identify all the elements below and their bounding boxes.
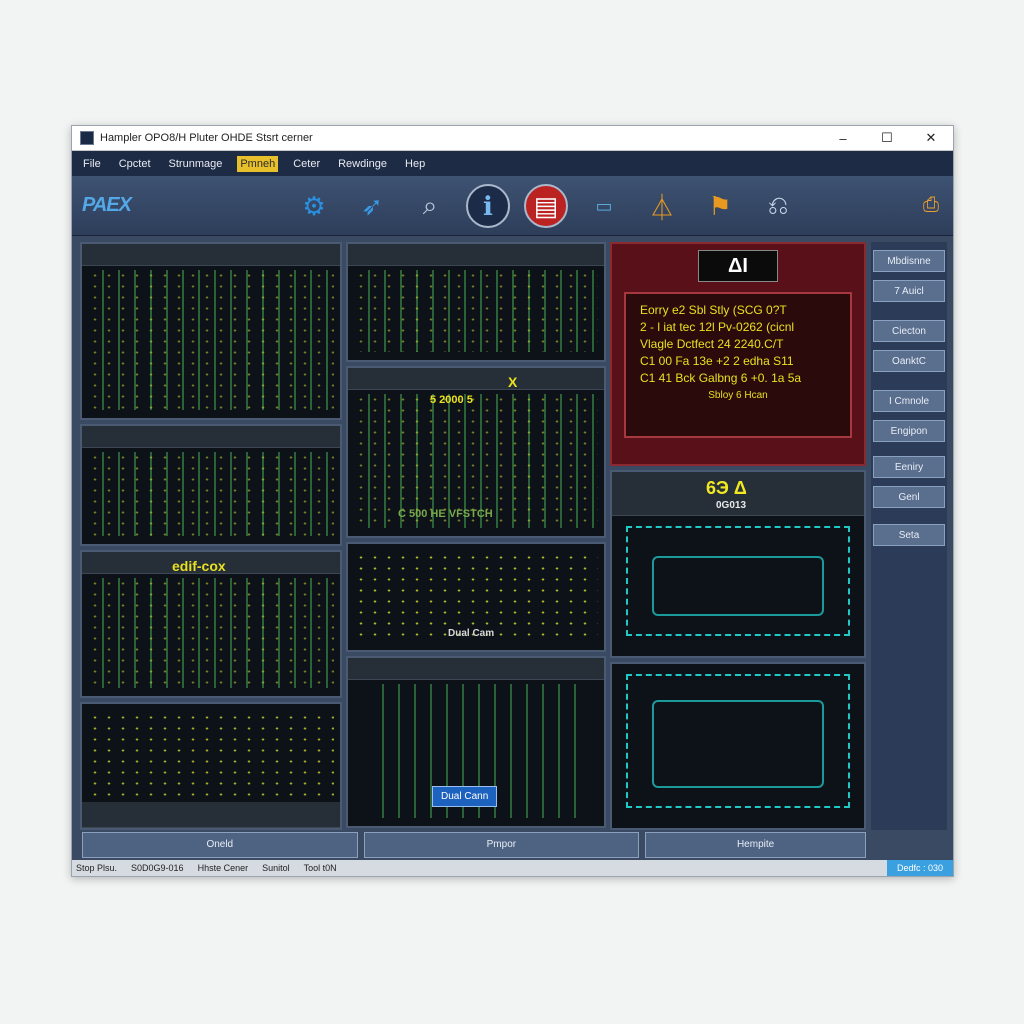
status-item: Hhste Cener bbox=[197, 863, 249, 873]
minimize-button[interactable]: – bbox=[821, 131, 865, 146]
app-window: Hampler OPO8/H Pluter OHDE Stsrt cerner … bbox=[71, 125, 954, 877]
title-bar: Hampler OPO8/H Pluter OHDE Stsrt cerner … bbox=[72, 126, 953, 151]
app-icon bbox=[80, 131, 94, 145]
close-button[interactable]: ✕ bbox=[909, 130, 953, 146]
dtc-screen: Eorry e2 Sbl Stly (SCG 0?T 2 - l iat tec… bbox=[624, 292, 852, 438]
oneld-button[interactable]: Oneld bbox=[82, 832, 358, 858]
sidebar-button-2[interactable]: 7 Auicl bbox=[873, 280, 945, 302]
panel-7[interactable]: Dual Cam bbox=[346, 542, 606, 652]
search-icon[interactable]: ⌕ bbox=[408, 184, 452, 228]
panel-11[interactable] bbox=[610, 662, 866, 830]
panel-5[interactable] bbox=[346, 242, 606, 362]
panel-7-caption: Dual Cam bbox=[448, 628, 495, 639]
panel-6[interactable]: X 5 2000 5 C 500 HE VFSTCH bbox=[346, 366, 606, 538]
flag-icon[interactable]: ⚑ bbox=[698, 184, 742, 228]
dtc-panel[interactable]: ΔΙ Eorry e2 Sbl Stly (SCG 0?T 2 - l iat … bbox=[610, 242, 866, 466]
dtc-line-1: Eorry e2 Sbl Stly (SCG 0?T bbox=[640, 303, 787, 317]
dual-cann-button[interactable]: Dual Cann bbox=[432, 786, 498, 807]
status-mode: Sunitol bbox=[262, 863, 290, 873]
panel-3-title: edif-cox bbox=[172, 558, 226, 574]
dtc-title: ΔΙ bbox=[698, 250, 778, 282]
menu-bar: File Cpctet Strunmage Pmneh Ceter Rewdin… bbox=[72, 151, 953, 176]
panel-10-sub: 0G013 bbox=[716, 500, 747, 511]
panel-8[interactable]: Dual Cann bbox=[346, 656, 606, 828]
sidebar-button-5[interactable]: I Cmnole bbox=[873, 390, 945, 412]
dtc-line-5: C1 41 Bck Galbng 6 +0. 1a 5a bbox=[640, 371, 802, 385]
sidebar-button-9[interactable]: Seta bbox=[873, 524, 945, 546]
pmpor-button[interactable]: Pmpor bbox=[363, 832, 640, 858]
hempite-button[interactable]: Hempite bbox=[645, 832, 867, 858]
maximize-button[interactable]: ☐ bbox=[865, 130, 909, 146]
usb-icon[interactable]: ⎌ bbox=[756, 184, 800, 228]
status-right: Dedfc : 030 bbox=[886, 860, 953, 876]
status-bar: Stop Plsu. S0D0G9-016 Hhste Cener Sunito… bbox=[72, 860, 953, 876]
gear-icon[interactable]: ⚙ bbox=[292, 184, 336, 228]
dtc-line-4: C1 00 Fa 13e +2 2 edha S11 bbox=[640, 354, 794, 368]
sidebar-button-8[interactable]: Genl bbox=[873, 486, 945, 508]
status-left: Stop Plsu. bbox=[76, 863, 118, 873]
network-icon[interactable]: ⏃ bbox=[640, 184, 684, 228]
bottom-buttons: Oneld Pmpor Hempite bbox=[82, 832, 867, 858]
sidebar: Mbdisnne 7 Auicl Ciecton OanktC I Cmnole… bbox=[871, 242, 947, 830]
dtc-line-2: 2 - l iat tec 12l Pv-0262 (cicnl bbox=[640, 320, 795, 334]
panel-2[interactable] bbox=[80, 424, 342, 546]
sidebar-button-6[interactable]: Engipon bbox=[873, 420, 945, 442]
panel-4[interactable] bbox=[80, 702, 342, 830]
menu-rewdinge[interactable]: Rewdinge bbox=[335, 156, 390, 172]
panel-6-caption: C 500 HE VFSTCH bbox=[398, 508, 493, 520]
menu-cpctet[interactable]: Cpctet bbox=[116, 156, 154, 172]
menu-strunmage[interactable]: Strunmage bbox=[166, 156, 226, 172]
window-title: Hampler OPO8/H Pluter OHDE Stsrt cerner bbox=[100, 132, 313, 144]
panel-10[interactable]: 6Э Δ 0G013 bbox=[610, 470, 866, 658]
toolbar: PAEX ⚙ ➶ ⌕ ℹ ▤ ▭ ⏃ ⚑ ⎌ ⎙ bbox=[72, 176, 953, 236]
bird-icon[interactable]: ➶ bbox=[350, 184, 394, 228]
dtc-line-3: Vlagle Dctfect 24 2240.C/T bbox=[640, 337, 784, 351]
connector-icon[interactable]: ▭ bbox=[582, 184, 626, 228]
sidebar-button-7[interactable]: Eeniry bbox=[873, 456, 945, 478]
panel-6-badge: X bbox=[508, 374, 518, 390]
status-tool: Tool t0N bbox=[303, 863, 337, 873]
panel-1[interactable] bbox=[80, 242, 342, 420]
sidebar-button-3[interactable]: Ciecton bbox=[873, 320, 945, 342]
sidebar-button-1[interactable]: Mbdisnne bbox=[873, 250, 945, 272]
menu-file[interactable]: File bbox=[80, 156, 104, 172]
menu-ceter[interactable]: Ceter bbox=[290, 156, 323, 172]
menu-pmneh[interactable]: Pmneh bbox=[237, 155, 279, 172]
dtc-footer: Sbloy 6 Hcan bbox=[708, 390, 768, 401]
sidebar-button-4[interactable]: OanktC bbox=[873, 350, 945, 372]
info-icon[interactable]: ℹ bbox=[466, 184, 510, 228]
status-id: S0D0G9-016 bbox=[131, 863, 184, 873]
panel-3[interactable]: edif-cox bbox=[80, 550, 342, 698]
menu-help[interactable]: Hep bbox=[402, 156, 428, 172]
main-panels: edif-cox X 5 2000 5 C 500 HE VFSTCH Dual… bbox=[80, 242, 866, 830]
panel-6-line: 5 2000 5 bbox=[430, 394, 473, 406]
panel-10-title: 6Э Δ bbox=[706, 478, 747, 498]
document-icon[interactable]: ▤ bbox=[524, 184, 568, 228]
printer-icon[interactable]: ⎙ bbox=[923, 194, 939, 217]
logo: PAEX bbox=[82, 194, 132, 216]
